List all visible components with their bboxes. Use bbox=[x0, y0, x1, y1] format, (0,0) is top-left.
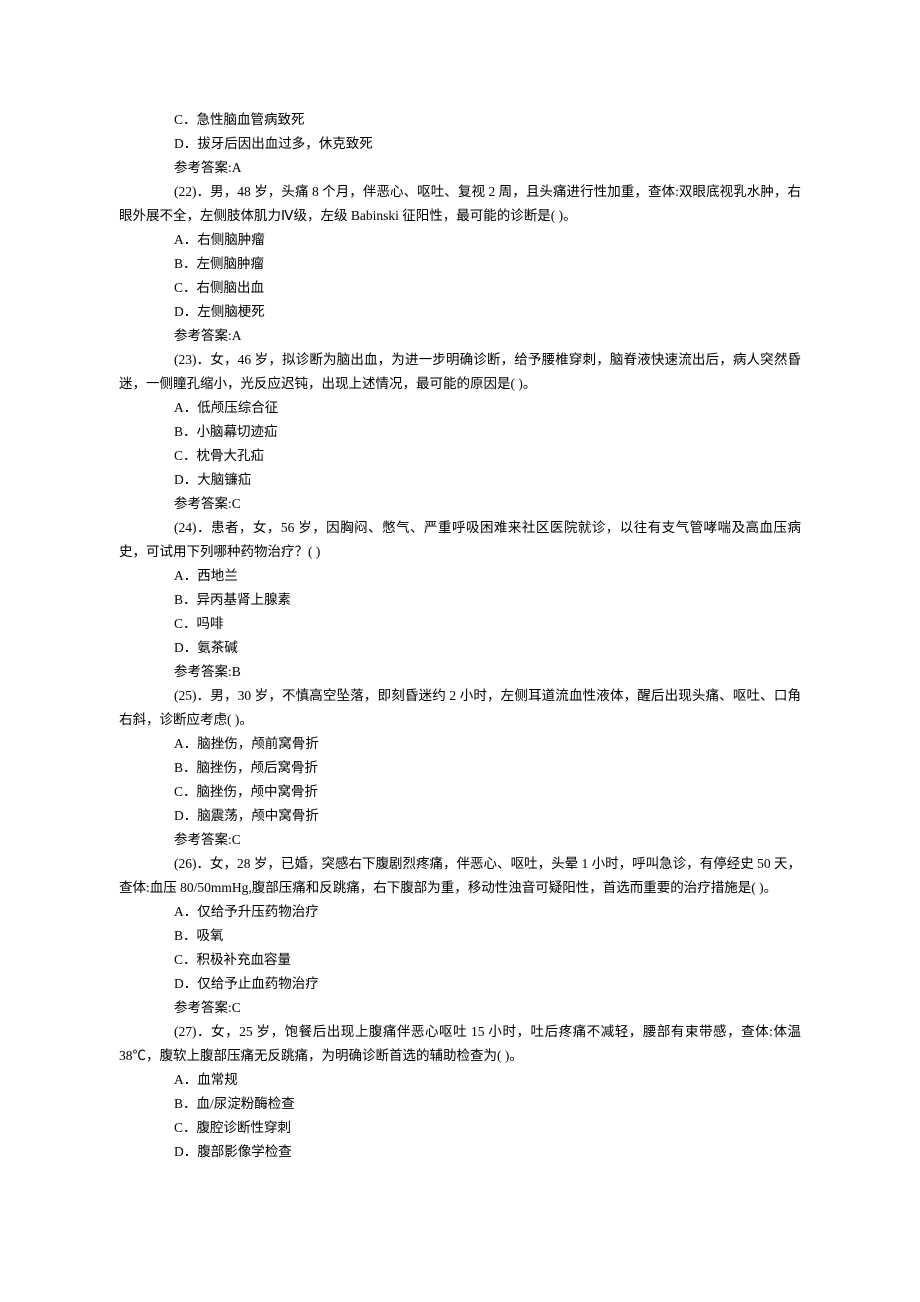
option-d: D．腹部影像学检查 bbox=[119, 1140, 801, 1164]
option-a: A．血常规 bbox=[119, 1068, 801, 1092]
question-27: (27)．女，25 岁，饱餐后出现上腹痛伴恶心呕吐 15 小时，吐后疼痛不减轻，… bbox=[119, 1020, 801, 1068]
question-stem: ．患者，女，56 岁，因胸闷、憋气、严重呼吸困难来社区医院就诊，以往有支气管哮喘… bbox=[119, 520, 801, 559]
question-stem: ．女，46 岁，拟诊断为脑出血，为进一步明确诊断，给予腰椎穿刺，脑脊液快速流出后… bbox=[119, 352, 801, 391]
option-b: B．脑挫伤，颅后窝骨折 bbox=[119, 756, 801, 780]
question-number: (25) bbox=[174, 688, 197, 703]
option-c: C．积极补充血容量 bbox=[119, 948, 801, 972]
answer-line: 参考答案:C bbox=[119, 492, 801, 516]
option-d: D．大脑镰疝 bbox=[119, 468, 801, 492]
option-c: C．脑挫伤，颅中窝骨折 bbox=[119, 780, 801, 804]
question-stem: ．女，25 岁，饱餐后出现上腹痛伴恶心呕吐 15 小时，吐后疼痛不减轻，腰部有束… bbox=[119, 1024, 801, 1063]
option-b: B．血/尿淀粉酶检查 bbox=[119, 1092, 801, 1116]
option-c: C．右侧脑出血 bbox=[119, 276, 801, 300]
question-stem: ．男，30 岁，不慎高空坠落，即刻昏迷约 2 小时，左侧耳道流血性液体，醒后出现… bbox=[119, 688, 801, 727]
question-number: (24) bbox=[174, 520, 197, 535]
option-a: A．仅给予升压药物治疗 bbox=[119, 900, 801, 924]
option-a: A．脑挫伤，颅前窝骨折 bbox=[119, 732, 801, 756]
option-c: C．腹腔诊断性穿刺 bbox=[119, 1116, 801, 1140]
question-number: (22) bbox=[174, 184, 197, 199]
question-26: (26)．女，28 岁，已婚，突感右下腹剧烈疼痛，伴恶心、呕吐，头晕 1 小时，… bbox=[119, 852, 801, 900]
answer-line: 参考答案:C bbox=[119, 996, 801, 1020]
option-c: C．吗啡 bbox=[119, 612, 801, 636]
answer-line: 参考答案:C bbox=[119, 828, 801, 852]
question-24: (24)．患者，女，56 岁，因胸闷、憋气、严重呼吸困难来社区医院就诊，以往有支… bbox=[119, 516, 801, 564]
question-23: (23)．女，46 岁，拟诊断为脑出血，为进一步明确诊断，给予腰椎穿刺，脑脊液快… bbox=[119, 348, 801, 396]
option-d: D．左侧脑梗死 bbox=[119, 300, 801, 324]
option-a: A．西地兰 bbox=[119, 564, 801, 588]
answer-line: 参考答案:B bbox=[119, 660, 801, 684]
option-d: D．氨茶碱 bbox=[119, 636, 801, 660]
question-25: (25)．男，30 岁，不慎高空坠落，即刻昏迷约 2 小时，左侧耳道流血性液体，… bbox=[119, 684, 801, 732]
question-stem: ．女，28 岁，已婚，突感右下腹剧烈疼痛，伴恶心、呕吐，头晕 1 小时，呼叫急诊… bbox=[119, 856, 801, 895]
option-b: B．异丙基肾上腺素 bbox=[119, 588, 801, 612]
option-d: D．脑震荡，颅中窝骨折 bbox=[119, 804, 801, 828]
question-stem: ．男，48 岁，头痛 8 个月，伴恶心、呕吐、复视 2 周，且头痛进行性加重，查… bbox=[119, 184, 801, 223]
question-number: (23) bbox=[174, 352, 197, 367]
document-page: C．急性脑血管病致死 D．拔牙后因出血过多，休克致死 参考答案:A (22)．男… bbox=[0, 0, 920, 1164]
option-b: B．小脑幕切迹疝 bbox=[119, 420, 801, 444]
question-number: (26) bbox=[174, 856, 197, 871]
option-a: A．右侧脑肿瘤 bbox=[119, 228, 801, 252]
option-a: A．低颅压综合征 bbox=[119, 396, 801, 420]
option-c: C．枕骨大孔疝 bbox=[119, 444, 801, 468]
option-b: B．吸氧 bbox=[119, 924, 801, 948]
answer-line: 参考答案:A bbox=[119, 324, 801, 348]
option-d: D．仅给予止血药物治疗 bbox=[119, 972, 801, 996]
question-22: (22)．男，48 岁，头痛 8 个月，伴恶心、呕吐、复视 2 周，且头痛进行性… bbox=[119, 180, 801, 228]
option-d: D．拔牙后因出血过多，休克致死 bbox=[119, 132, 801, 156]
option-b: B．左侧脑肿瘤 bbox=[119, 252, 801, 276]
answer-line: 参考答案:A bbox=[119, 156, 801, 180]
option-c: C．急性脑血管病致死 bbox=[119, 108, 801, 132]
question-number: (27) bbox=[174, 1024, 197, 1039]
